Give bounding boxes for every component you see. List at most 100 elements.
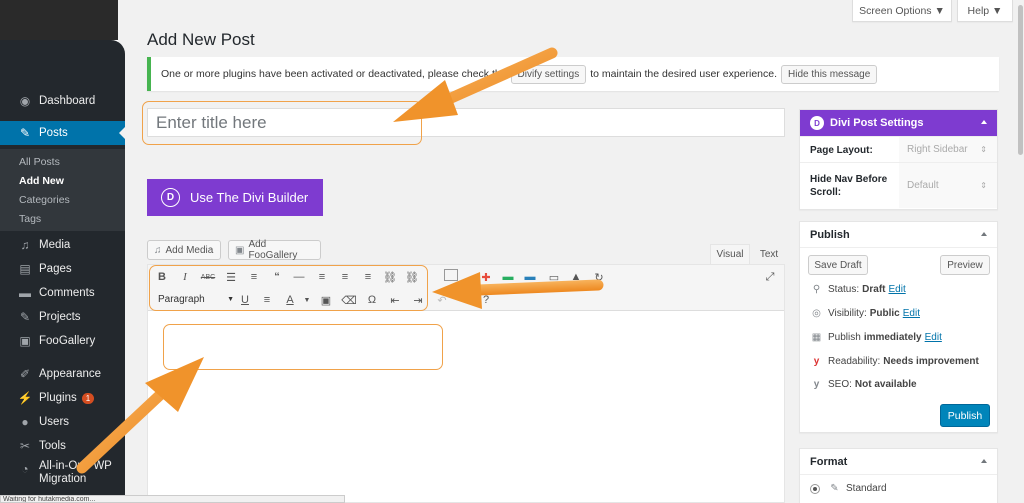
sidebar-item-pages[interactable]: ▤ Pages [0,257,125,281]
sidebar-item-appearance[interactable]: ✐ Appearance [0,362,125,386]
plugin-shortcode-icon[interactable]: ✚ [478,269,494,285]
bullet-list-button[interactable]: ☰ [223,269,239,285]
hide-nav-select[interactable]: Default ⇕ [899,163,997,208]
remove-link-button[interactable]: ⛓ [404,269,420,285]
submenu-tags[interactable]: Tags [19,213,41,225]
media-icon: ♫ [154,244,162,256]
active-indicator [119,127,125,139]
edit-status-link[interactable]: Edit [888,284,905,295]
browser-status-bar: Waiting for hutakmedia.com... [0,495,345,503]
publish-header[interactable]: Publish [800,222,997,248]
divify-settings-button[interactable]: Divify settings [510,64,587,84]
post-title-input[interactable]: Enter title here [147,108,785,137]
plugin-notice: One or more plugins have been activated … [147,57,999,91]
plugin-grid-icon[interactable]: ▬ [522,269,538,285]
add-foogallery-button[interactable]: ▣ Add FooGallery [228,239,321,261]
pin-icon: ⚲ [812,284,821,295]
plugin-layout-icon[interactable]: ▬ [500,269,516,285]
screen-options-button[interactable]: Screen Options ▼ [852,0,952,22]
post-content-editor[interactable]: B I ABC ☰ ≡ “ — ≡ ≡ ≡ ⛓ ⛓ ✚ ▬ ▬ ▭ ▲ ↻ ⤢ … [147,264,785,503]
tab-text[interactable]: Text [754,244,784,264]
radio-selected[interactable] [810,483,820,494]
bold-button[interactable]: B [154,269,170,285]
format-header[interactable]: Format [800,449,997,475]
publish-button[interactable]: Publish [940,404,990,427]
toolbar-toggle-button[interactable] [444,269,458,281]
plugin-row-icon[interactable]: ▭ [546,269,562,285]
paragraph-format-select[interactable]: Paragraph ▼ [158,292,234,307]
sidebar-item-media[interactable]: ♫ Media [0,233,125,257]
insert-link-button[interactable]: ⛓ [382,269,398,285]
plugins-update-badge: 1 [81,392,95,404]
scrollbar-thumb[interactable] [1018,5,1023,155]
sidebar-item-dashboard[interactable]: ◉ Dashboard [0,89,125,113]
text-color-button[interactable]: A [282,292,298,308]
preview-button[interactable]: Preview [940,255,990,275]
sidebar-item-foogallery[interactable]: ▣ FooGallery [0,329,125,353]
italic-button[interactable]: I [177,269,193,285]
readability-value: Needs improvement [883,356,979,367]
divi-button-label: Use The Divi Builder [190,190,309,205]
wrench-icon: ✂ [19,439,31,453]
add-media-button[interactable]: ♫ Add Media [147,240,221,260]
strikethrough-button[interactable]: ABC [200,269,216,285]
edit-visibility-link[interactable]: Edit [903,308,920,319]
sidebar-item-users[interactable]: ● Users [0,410,125,434]
align-left-button[interactable]: ≡ [314,269,330,285]
horizontal-line-button[interactable]: — [291,269,307,285]
underline-button[interactable]: U [237,292,253,308]
special-character-button[interactable]: Ω [364,292,380,308]
status-line: ⚲ Status: Draft Edit [810,284,906,295]
tab-visual[interactable]: Visual [710,244,750,264]
hide-nav-row: Hide Nav Before Scroll: Default ⇕ [800,162,997,208]
chevron-down-icon[interactable]: ▼ [299,292,315,308]
edit-publish-time-link[interactable]: Edit [925,332,942,343]
paste-text-button[interactable]: ▣ [318,292,334,308]
justify-button[interactable]: ≡ [259,292,275,308]
fullscreen-icon[interactable]: ⤢ [762,269,778,285]
format-box: Format ✎ Standard [799,448,998,503]
plugin-warning-icon[interactable]: ▲ [568,269,584,285]
hide-message-button[interactable]: Hide this message [781,64,878,84]
hide-nav-label-line2: Scroll: [810,187,842,198]
select-arrows-icon: ⇕ [980,145,987,154]
pages-icon: ▤ [19,262,31,276]
align-right-button[interactable]: ≡ [360,269,376,285]
align-center-button[interactable]: ≡ [337,269,353,285]
sidebar-item-projects[interactable]: ✎ Projects [0,305,125,329]
numbered-list-button[interactable]: ≡ [246,269,262,285]
outdent-button[interactable]: ⇤ [387,292,403,308]
posts-submenu: All Posts Add New Categories Tags [0,149,125,231]
help-icon[interactable]: ? [478,292,494,308]
collapse-icon [981,120,987,124]
submenu-add-new[interactable]: Add New [19,175,64,187]
sidebar-item-comments[interactable]: ▬ Comments [0,281,125,305]
sidebar-item-all-in-one-migration[interactable]: ◔ All-in-One WP Migration [0,460,125,492]
indent-button[interactable]: ⇥ [410,292,426,308]
use-divi-builder-button[interactable]: D Use The Divi Builder [147,179,323,216]
sidebar-item-plugins[interactable]: ⚡ Plugins 1 [0,386,125,410]
collapse-icon [981,232,987,236]
divi-logo-icon: D [810,116,824,130]
page-layout-label: Page Layout: [810,145,873,156]
comments-icon: ▬ [19,286,31,300]
divi-post-settings-header[interactable]: D Divi Post Settings [800,110,997,136]
refresh-icon[interactable]: ↻ [591,269,607,285]
migration-label-line1: All-in-One WP [39,460,112,472]
submenu-all-posts[interactable]: All Posts [19,156,60,168]
blockquote-button[interactable]: “ [269,269,285,285]
undo-icon[interactable]: ↶ [434,292,450,308]
format-standard-option[interactable]: ✎ Standard [810,483,887,494]
help-button[interactable]: Help ▼ [957,0,1013,22]
sidebar-item-posts[interactable]: ✎ Posts [0,121,125,145]
page-layout-select[interactable]: Right Sidebar ⇕ [899,137,997,162]
gallery-icon: ▣ [235,244,245,256]
submenu-categories[interactable]: Categories [19,194,70,206]
sidebar-item-tools[interactable]: ✂ Tools [0,434,125,458]
media-icon: ♫ [20,238,30,252]
pushpin-icon: ✎ [19,126,31,140]
calendar-icon: ▦ [811,332,822,343]
clear-formatting-button[interactable]: ⌫ [341,292,357,308]
save-draft-button[interactable]: Save Draft [808,255,868,275]
select-arrows-icon: ⇕ [980,181,987,190]
